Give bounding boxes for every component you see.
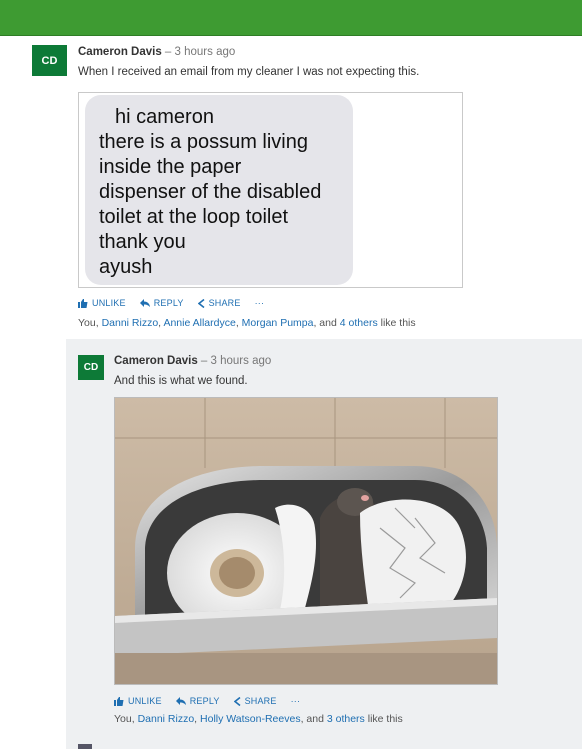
reply-button[interactable]: REPLY	[175, 696, 220, 706]
post-image[interactable]: hi cameron there is a possum living insi…	[78, 92, 463, 288]
author-name[interactable]: Cameron Davis	[78, 46, 162, 58]
message-line: hi cameron	[115, 106, 214, 128]
liker-link[interactable]: Holly Watson-Reeves	[200, 713, 301, 725]
next-comment-avatar	[78, 744, 92, 749]
liker-link[interactable]: Annie Allardyce	[163, 317, 235, 329]
reply-thread: CD Cameron Davis – 3 hours ago And this …	[66, 339, 582, 749]
reply-likes-summary: You, Danni Rizzo, Holly Watson-Reeves, a…	[114, 713, 403, 725]
likes-and: , and	[313, 317, 340, 329]
more-options-button[interactable]: ···	[255, 298, 265, 308]
likes-suffix: like this	[364, 713, 403, 725]
unlike-label: UNLIKE	[92, 298, 126, 308]
reply-author-name[interactable]: Cameron Davis	[114, 355, 198, 367]
likes-you: You,	[78, 317, 102, 329]
more-dots-icon: ···	[290, 696, 301, 706]
message-line: thank you	[99, 231, 186, 253]
likes-and: , and	[300, 713, 327, 725]
liker-link[interactable]: Morgan Pumpa	[242, 317, 314, 329]
reply-avatar[interactable]: CD	[78, 355, 104, 380]
more-options-button[interactable]: ···	[291, 696, 301, 706]
likes-suffix: like this	[377, 317, 416, 329]
more-dots-icon: ···	[254, 298, 265, 308]
message-line: dispenser of the disabled	[99, 181, 322, 203]
share-chevron-icon	[233, 696, 241, 706]
share-button[interactable]: SHARE	[197, 298, 241, 308]
message-bubble: hi cameron there is a possum living insi…	[85, 95, 353, 285]
reply-button[interactable]: REPLY	[139, 298, 184, 308]
avatar-initials: CD	[83, 362, 99, 373]
post-time: – 3 hours ago	[161, 46, 236, 58]
message-text: hi cameron there is a possum living insi…	[99, 105, 321, 280]
share-label: SHARE	[244, 696, 277, 706]
reply-label: REPLY	[153, 298, 184, 308]
share-chevron-icon	[197, 298, 205, 308]
unlike-button[interactable]: UNLIKE	[78, 298, 126, 308]
message-line: toilet at the loop toilet	[99, 206, 289, 228]
top-nav-bar	[0, 0, 582, 36]
likes-others-link[interactable]: 3 others	[327, 713, 365, 725]
reply-photo[interactable]	[114, 397, 498, 685]
thumbs-up-icon	[78, 298, 88, 308]
share-label: SHARE	[208, 298, 241, 308]
avatar[interactable]: CD	[32, 45, 67, 76]
unlike-button[interactable]: UNLIKE	[114, 696, 162, 706]
post-actions: UNLIKE REPLY SHARE ···	[78, 298, 264, 308]
reply-arrow-icon	[175, 697, 186, 705]
likes-summary: You, Danni Rizzo, Annie Allardyce, Morga…	[78, 317, 416, 329]
message-line: inside the paper	[99, 156, 242, 178]
liker-link[interactable]: Danni Rizzo	[138, 713, 195, 725]
reply-text: And this is what we found.	[114, 375, 248, 387]
post-header: Cameron Davis – 3 hours ago	[78, 46, 235, 58]
thumbs-up-icon	[114, 696, 124, 706]
possum-in-dispenser-photo	[115, 398, 497, 684]
post-text: When I received an email from my cleaner…	[78, 66, 420, 78]
share-button[interactable]: SHARE	[233, 696, 277, 706]
reply-actions: UNLIKE REPLY SHARE ···	[114, 696, 300, 706]
message-line: there is a possum living	[99, 131, 308, 153]
unlike-label: UNLIKE	[128, 696, 162, 706]
likes-others-link[interactable]: 4 others	[340, 317, 378, 329]
avatar-initials: CD	[41, 54, 58, 67]
reply-header: Cameron Davis – 3 hours ago	[114, 355, 271, 367]
reply-label: REPLY	[189, 696, 220, 706]
liker-link[interactable]: Danni Rizzo	[102, 317, 159, 329]
message-line: ayush	[99, 256, 153, 278]
reply-arrow-icon	[139, 299, 150, 307]
reply-time: – 3 hours ago	[197, 355, 272, 367]
likes-you: You,	[114, 713, 138, 725]
